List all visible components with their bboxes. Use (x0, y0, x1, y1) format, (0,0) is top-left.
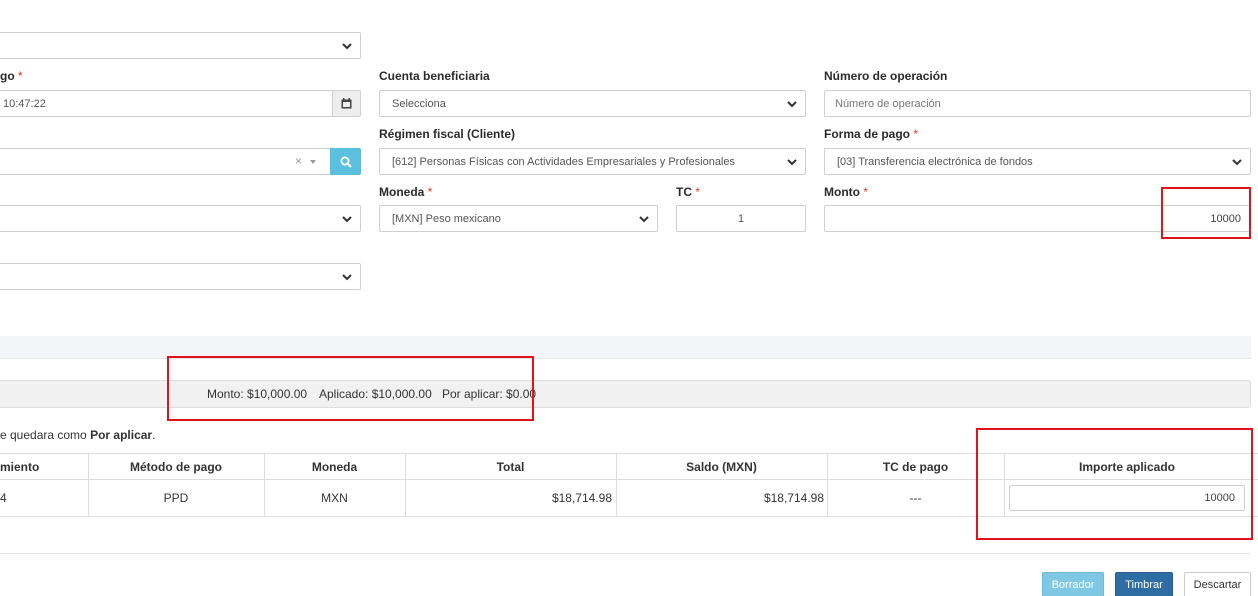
tc-value: 1 (737, 212, 745, 225)
chevron-down-icon (340, 212, 354, 226)
borrador-button[interactable]: Borrador (1042, 572, 1104, 596)
chevron-down-icon (340, 39, 354, 53)
cell-saldo: $18,714.98 (763, 491, 824, 505)
row4-select[interactable] (0, 205, 361, 232)
summary-por-aplicar: Por aplicar: $0.00 (442, 387, 537, 401)
caret-down-icon (310, 160, 316, 164)
section-header-band (0, 336, 1251, 358)
summary-aplicado: Aplicado: $10,000.00 (319, 387, 432, 401)
note-text: e quedara como Por aplicar. (0, 428, 156, 442)
col-header-moneda: Moneda (311, 459, 358, 474)
cell-vencimiento: 4 (0, 491, 7, 505)
cuenta-beneficiaria-label: Cuenta beneficiaria (379, 69, 490, 83)
col-header-importe-aplicado: Importe aplicado (1078, 459, 1176, 474)
chevron-down-icon (785, 97, 799, 111)
col-header-total: Total (496, 459, 525, 474)
numero-operacion-label: Número de operación (824, 69, 948, 83)
table-bottom-border (0, 516, 1258, 517)
chevron-down-icon (340, 270, 354, 284)
chevron-down-icon (1230, 155, 1244, 169)
calendar-icon (341, 98, 352, 109)
moneda-label: Moneda * (379, 185, 433, 199)
summary-bar (0, 380, 1251, 408)
cell-total: $18,714.98 (551, 491, 612, 505)
forma-pago-value: [03] Transferencia electrónica de fondos (837, 155, 1033, 168)
top-select[interactable] (0, 32, 361, 59)
tc-label: TC * (676, 185, 701, 199)
fecha-label: go * (0, 69, 23, 83)
fecha-value: 10:47:22 (3, 97, 46, 110)
monto-label: Monto * (824, 185, 868, 199)
moneda-select[interactable]: [MXN] Peso mexicano (379, 205, 658, 232)
col-header-tc-pago: TC de pago (882, 459, 949, 474)
row5-select[interactable] (0, 263, 361, 290)
cliente-select[interactable]: × (0, 148, 331, 175)
col-header-saldo: Saldo (MXN) (686, 459, 757, 474)
cell-metodo-pago: PPD (163, 491, 189, 505)
importe-aplicado-input[interactable]: 10000 (1009, 485, 1245, 511)
clear-icon[interactable]: × (295, 154, 302, 168)
note-emphasis: Por aplicar (90, 428, 153, 442)
col-header-metodo-pago: Método de pago (130, 459, 222, 474)
cuenta-beneficiaria-value: Selecciona (392, 97, 446, 110)
regimen-fiscal-select[interactable]: [612] Personas Físicas con Actividades E… (379, 148, 806, 175)
cell-tc-pago: --- (909, 491, 922, 505)
search-icon (340, 156, 352, 168)
cell-moneda: MXN (321, 491, 348, 505)
table-row: 4 PPD MXN $18,714.98 $18,714.98 --- 1000… (0, 480, 1258, 516)
descartar-button[interactable]: Descartar (1184, 572, 1251, 596)
footer-divider (0, 553, 1251, 554)
moneda-value: [MXN] Peso mexicano (392, 212, 501, 225)
search-button[interactable] (330, 148, 361, 175)
divider (0, 358, 1251, 359)
summary-monto: Monto: $10,000.00 (207, 387, 308, 401)
regimen-fiscal-value: [612] Personas Físicas con Actividades E… (392, 155, 735, 168)
forma-pago-select[interactable]: [03] Transferencia electrónica de fondos (824, 148, 1251, 175)
cuenta-beneficiaria-select[interactable]: Selecciona (379, 90, 806, 117)
fecha-input[interactable]: 10:47:22 (0, 90, 333, 117)
chevron-down-icon (785, 155, 799, 169)
importe-aplicado-value: 10000 (1204, 492, 1235, 504)
chevron-down-icon (637, 212, 651, 226)
regimen-fiscal-label: Régimen fiscal (Cliente) (379, 127, 516, 141)
monto-value: 10000 (1210, 212, 1241, 225)
calendar-button[interactable] (332, 90, 361, 117)
numero-operacion-input[interactable] (824, 90, 1251, 117)
monto-input[interactable]: 10000 (824, 205, 1251, 232)
col-header-vencimiento: miento (0, 459, 40, 474)
timbrar-button[interactable]: Timbrar (1115, 572, 1173, 596)
forma-pago-label: Forma de pago * (824, 127, 919, 141)
tc-input[interactable]: 1 (676, 205, 806, 232)
